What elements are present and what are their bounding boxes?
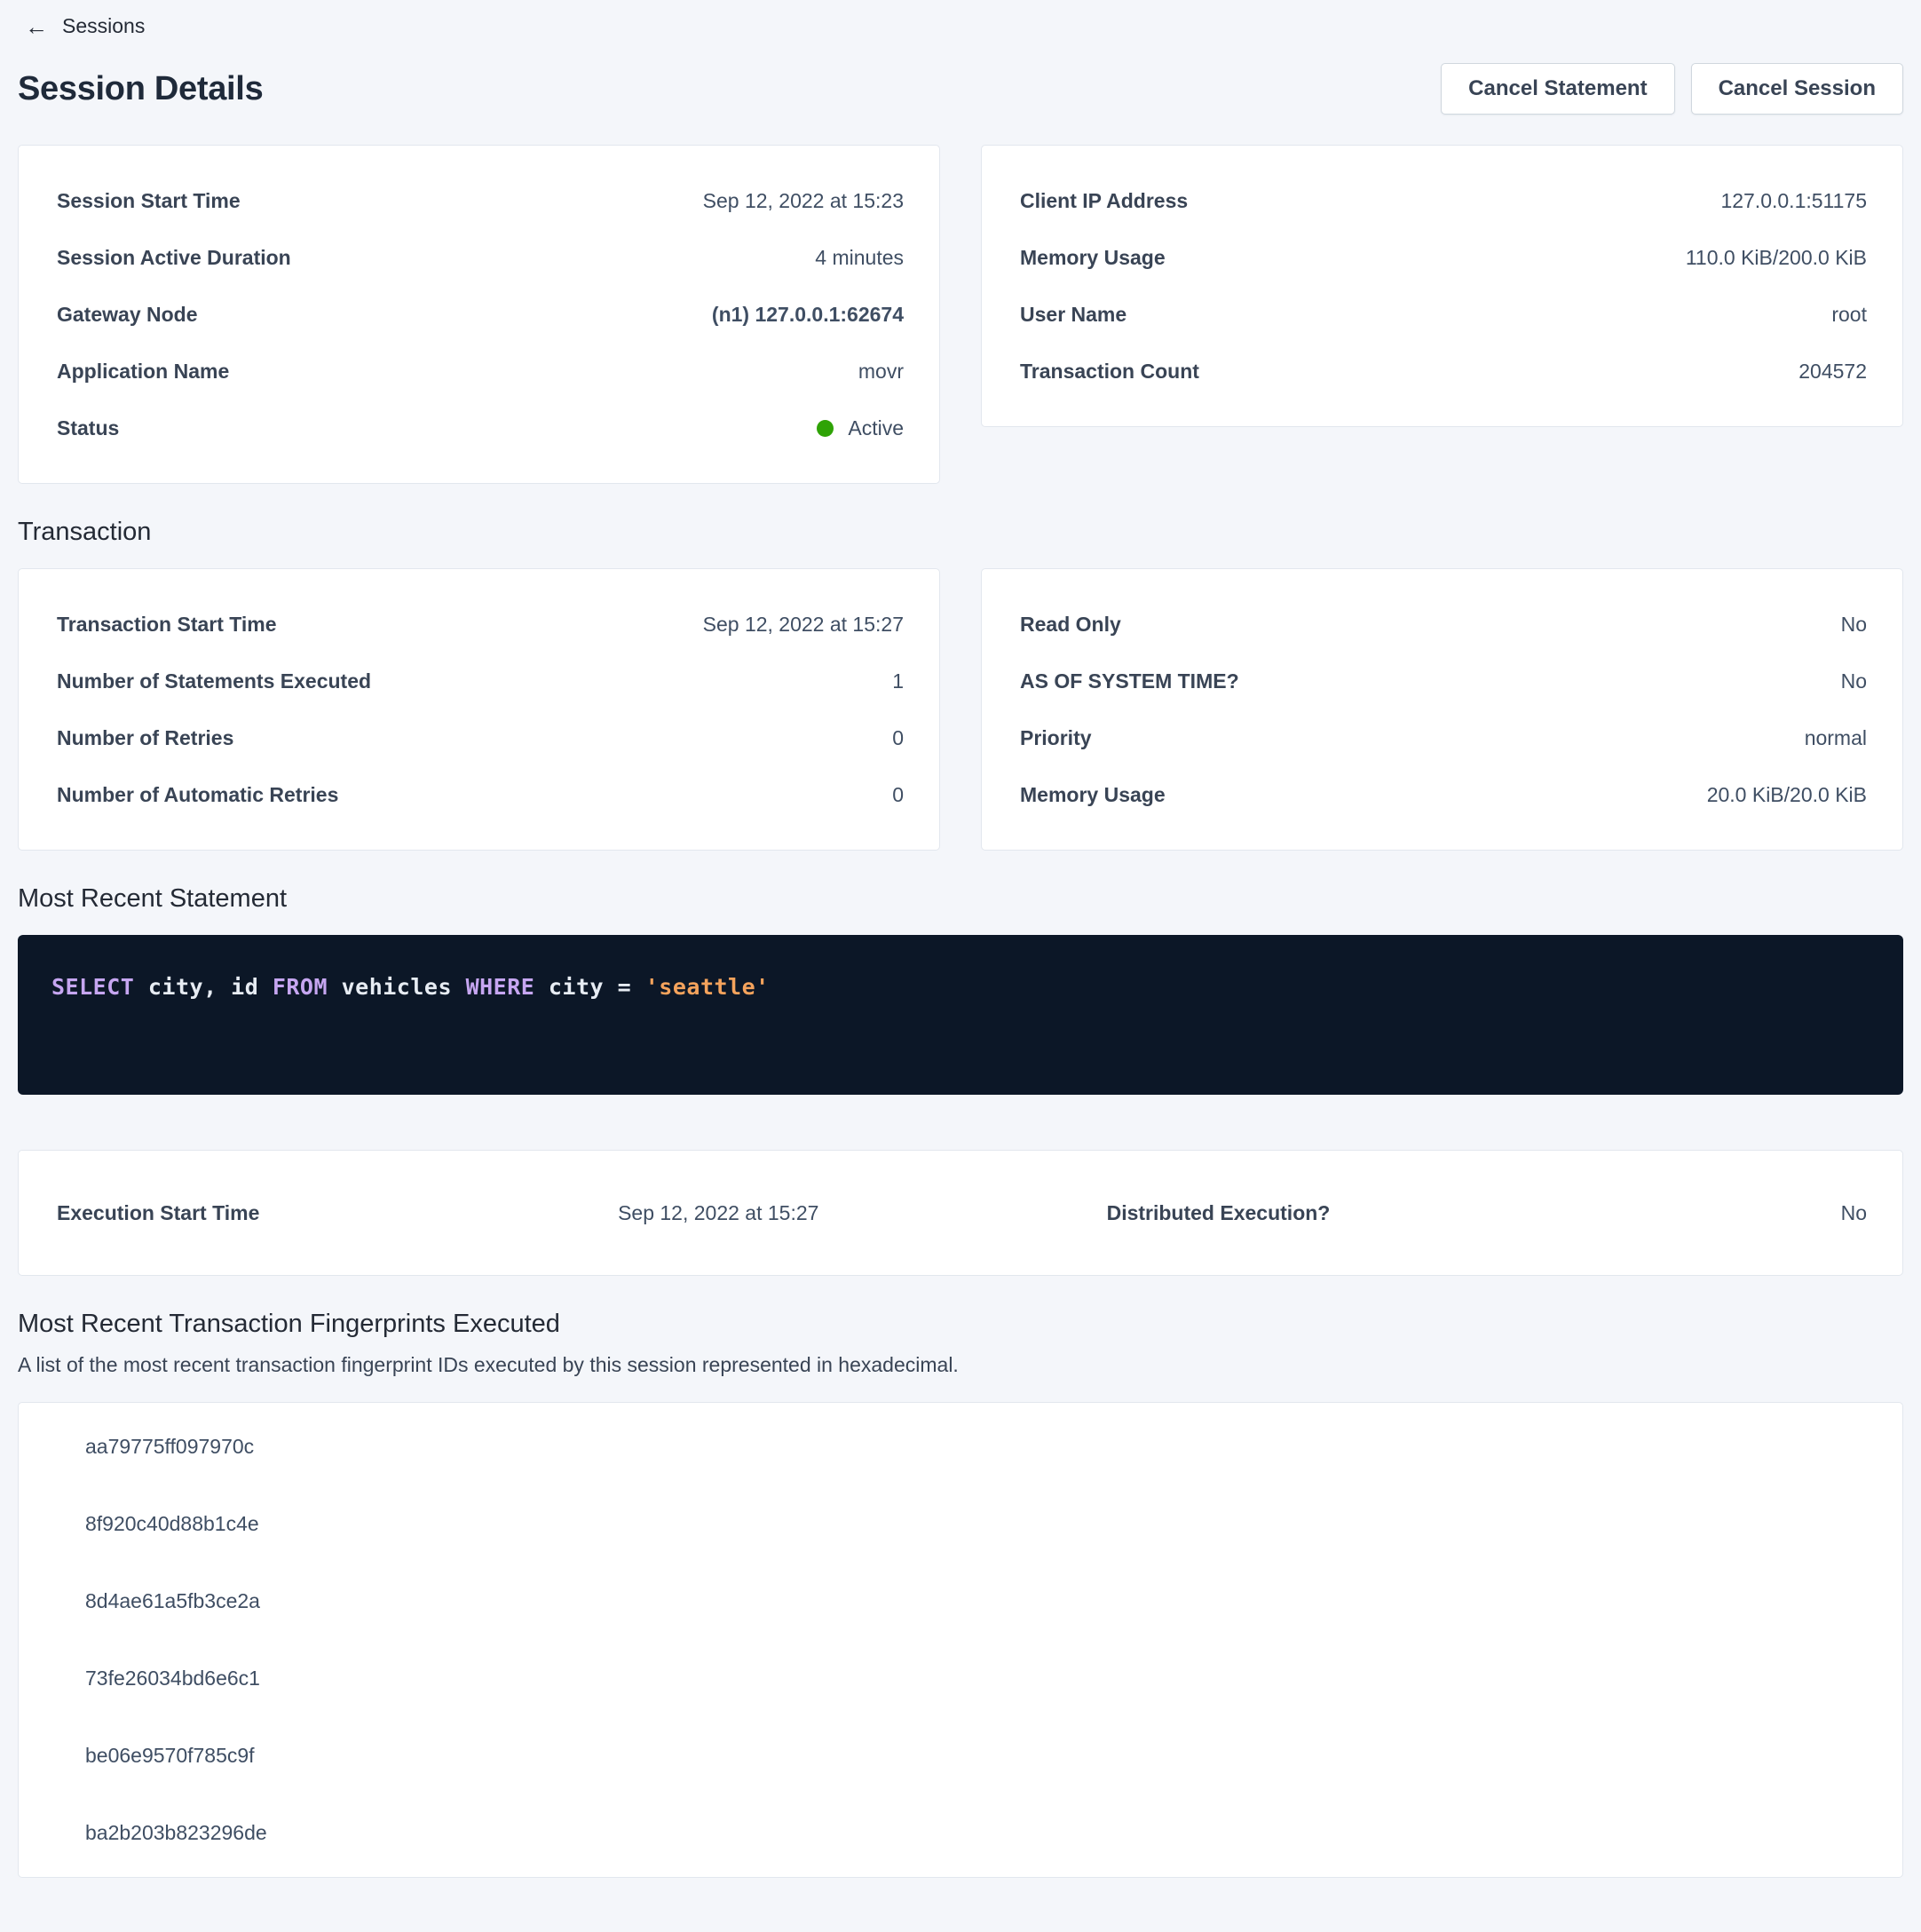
distributed-execution-label: Distributed Execution?	[1107, 1201, 1331, 1225]
row-label: Session Active Duration	[57, 246, 291, 270]
row-label: User Name	[1020, 303, 1127, 327]
application-name-row: Application Name movr	[57, 343, 904, 400]
transaction-count-row: Transaction Count 204572	[1020, 343, 1867, 400]
cancel-session-button[interactable]: Cancel Session	[1691, 63, 1903, 115]
automatic-retries-row: Number of Automatic Retries 0	[57, 766, 904, 823]
session-details-page: ← Sessions Session Details Cancel Statem…	[0, 0, 1921, 1878]
memory-usage-row: Memory Usage 110.0 KiB/200.0 KiB	[1020, 229, 1867, 286]
sql-keyword: WHERE	[466, 974, 549, 1000]
row-label: Gateway Node	[57, 303, 198, 327]
statement-section-title: Most Recent Statement	[18, 884, 1903, 914]
row-value: 1	[892, 669, 904, 693]
row-label: Client IP Address	[1020, 189, 1188, 213]
row-value: 204572	[1798, 360, 1867, 384]
page-title: Session Details	[18, 70, 263, 108]
row-value: 127.0.0.1:51175	[1720, 189, 1867, 213]
sql-string: 'seattle'	[645, 974, 770, 1000]
row-value: 4 minutes	[815, 246, 904, 270]
row-label: AS OF SYSTEM TIME?	[1020, 669, 1239, 693]
session-start-time-row: Session Start Time Sep 12, 2022 at 15:23	[57, 172, 904, 229]
row-value: Sep 12, 2022 at 15:23	[703, 189, 904, 213]
fingerprint-item: ba2b203b823296de	[85, 1794, 1867, 1872]
sql-keyword: FROM	[273, 974, 342, 1000]
session-summary-card-right: Client IP Address 127.0.0.1:51175 Memory…	[981, 145, 1903, 427]
row-value: normal	[1805, 726, 1867, 750]
header-actions: Cancel Statement Cancel Session	[1441, 63, 1903, 115]
row-value: 0	[892, 783, 904, 807]
row-label: Number of Retries	[57, 726, 233, 750]
page-header: Session Details Cancel Statement Cancel …	[18, 63, 1903, 115]
back-arrow-icon: ←	[25, 15, 48, 38]
session-active-duration-row: Session Active Duration 4 minutes	[57, 229, 904, 286]
transaction-start-time-row: Transaction Start Time Sep 12, 2022 at 1…	[57, 596, 904, 653]
most-recent-statement-box: SELECT city, id FROM vehicles WHERE city…	[18, 935, 1903, 1095]
row-label: Transaction Count	[1020, 360, 1199, 384]
status-value: Active	[848, 416, 904, 440]
row-label: Memory Usage	[1020, 783, 1166, 807]
retries-row: Number of Retries 0	[57, 709, 904, 766]
row-value: root	[1831, 303, 1867, 327]
row-label: Transaction Start Time	[57, 613, 277, 637]
fingerprints-card: aa79775ff097970c 8f920c40d88b1c4e 8d4ae6…	[18, 1402, 1903, 1878]
sql-text: vehicles	[342, 974, 466, 1000]
fingerprint-item: aa79775ff097970c	[85, 1408, 1867, 1485]
user-name-row: User Name root	[1020, 286, 1867, 343]
cancel-statement-button[interactable]: Cancel Statement	[1441, 63, 1674, 115]
sql-keyword: SELECT	[51, 974, 148, 1000]
row-label: Number of Statements Executed	[57, 669, 371, 693]
fingerprint-item: 8f920c40d88b1c4e	[85, 1485, 1867, 1563]
gateway-node-link[interactable]: (n1) 127.0.0.1:62674	[712, 303, 904, 327]
txn-memory-usage-row: Memory Usage 20.0 KiB/20.0 KiB	[1020, 766, 1867, 823]
fingerprints-description: A list of the most recent transaction fi…	[18, 1353, 1903, 1377]
fingerprint-item: 8d4ae61a5fb3ce2a	[85, 1563, 1867, 1640]
row-label: Number of Automatic Retries	[57, 783, 338, 807]
row-value: movr	[858, 360, 904, 384]
transaction-card-right: Read Only No AS OF SYSTEM TIME? No Prior…	[981, 568, 1903, 851]
row-label: Status	[57, 416, 119, 440]
execution-start-time-value: Sep 12, 2022 at 15:27	[618, 1201, 1107, 1225]
transaction-section-title: Transaction	[18, 518, 1903, 547]
priority-row: Priority normal	[1020, 709, 1867, 766]
status-badge: Active	[817, 416, 904, 440]
execution-card: Execution Start Time Sep 12, 2022 at 15:…	[18, 1150, 1903, 1276]
read-only-row: Read Only No	[1020, 596, 1867, 653]
session-summary-card-left: Session Start Time Sep 12, 2022 at 15:23…	[18, 145, 940, 484]
transaction-card-left: Transaction Start Time Sep 12, 2022 at 1…	[18, 568, 940, 851]
gateway-node-row: Gateway Node (n1) 127.0.0.1:62674	[57, 286, 904, 343]
back-to-sessions-link[interactable]: ← Sessions	[18, 9, 152, 44]
status-row: Status Active	[57, 400, 904, 456]
row-value: 110.0 KiB/200.0 KiB	[1686, 246, 1867, 270]
as-of-system-time-row: AS OF SYSTEM TIME? No	[1020, 653, 1867, 709]
distributed-execution-value: No	[1330, 1201, 1867, 1225]
session-summary-row: Session Start Time Sep 12, 2022 at 15:23…	[18, 145, 1903, 484]
statements-executed-row: Number of Statements Executed 1	[57, 653, 904, 709]
fingerprint-item: 73fe26034bd6e6c1	[85, 1640, 1867, 1717]
client-ip-row: Client IP Address 127.0.0.1:51175	[1020, 172, 1867, 229]
fingerprint-item: be06e9570f785c9f	[85, 1717, 1867, 1794]
row-value: No	[1841, 613, 1867, 637]
row-value: 0	[892, 726, 904, 750]
row-label: Application Name	[57, 360, 229, 384]
sql-statement: SELECT city, id FROM vehicles WHERE city…	[51, 974, 770, 1000]
row-label: Memory Usage	[1020, 246, 1166, 270]
sql-text: city, id	[148, 974, 273, 1000]
row-value: 20.0 KiB/20.0 KiB	[1707, 783, 1867, 807]
back-link-label: Sessions	[62, 14, 145, 38]
row-value: No	[1841, 669, 1867, 693]
sql-text: city =	[549, 974, 645, 1000]
row-label: Read Only	[1020, 613, 1121, 637]
transaction-row: Transaction Start Time Sep 12, 2022 at 1…	[18, 568, 1903, 851]
execution-start-time-label: Execution Start Time	[57, 1201, 618, 1225]
row-label: Session Start Time	[57, 189, 241, 213]
status-active-dot-icon	[817, 420, 834, 437]
row-label: Priority	[1020, 726, 1092, 750]
row-value: Sep 12, 2022 at 15:27	[703, 613, 904, 637]
fingerprints-section-title: Most Recent Transaction Fingerprints Exe…	[18, 1310, 1903, 1339]
